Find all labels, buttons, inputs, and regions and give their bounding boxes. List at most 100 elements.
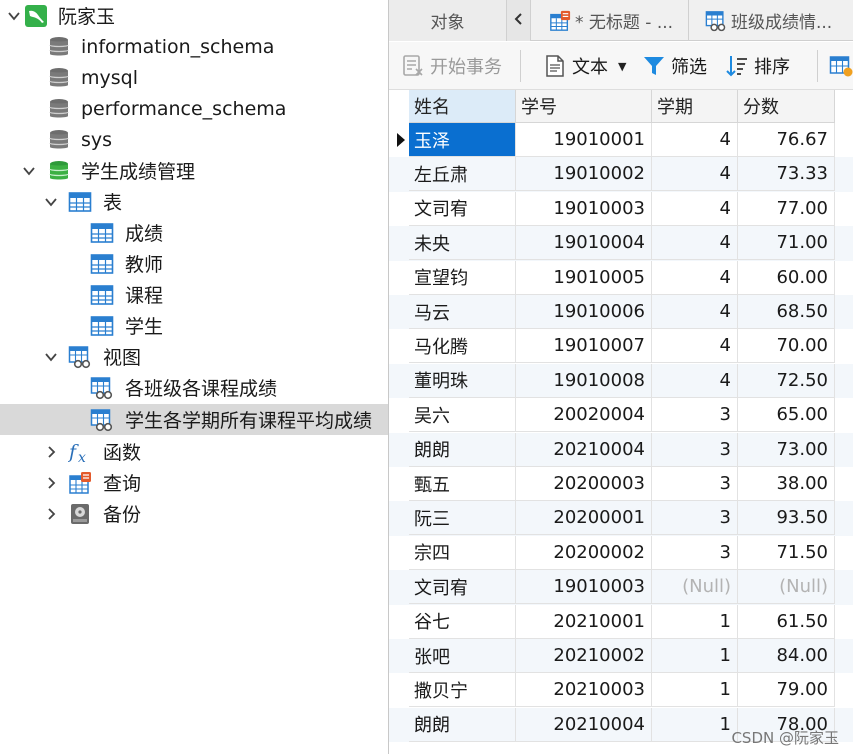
table-cell[interactable]: 3 xyxy=(652,432,738,467)
table-cell[interactable]: 61.50 xyxy=(738,604,835,639)
table-cell[interactable]: 20210004 xyxy=(516,707,652,742)
table-cell[interactable]: 19010001 xyxy=(516,123,652,157)
table-cell[interactable]: 4 xyxy=(652,123,738,157)
table-cell[interactable]: 38.00 xyxy=(738,467,835,501)
tree-item-views[interactable]: 视图 xyxy=(0,341,388,372)
tree-item-view-student-semester-average[interactable]: 学生各学期所有课程平均成绩 xyxy=(0,404,388,435)
table-row[interactable]: 马化腾 19010007 4 70.00 xyxy=(389,329,853,364)
table-cell[interactable]: 未央 xyxy=(409,226,516,261)
chevron-down-icon[interactable] xyxy=(21,163,37,179)
table-cell[interactable]: 4 xyxy=(652,363,738,398)
table-cell[interactable]: 71.00 xyxy=(738,226,835,261)
tree-item-student-grades-db[interactable]: 学生成绩管理 xyxy=(0,155,388,186)
chevron-down-icon[interactable] xyxy=(43,349,59,365)
table-cell[interactable]: 谷七 xyxy=(409,604,516,639)
import-export-button[interactable] xyxy=(829,42,853,90)
begin-transaction-button[interactable]: 开始事务 xyxy=(401,42,502,90)
tree-item-backups[interactable]: 备份 xyxy=(0,498,388,529)
table-cell[interactable]: 文司宥 xyxy=(409,191,516,226)
table-row[interactable]: 阮三 20200001 3 93.50 xyxy=(389,501,853,536)
table-cell[interactable]: 71.50 xyxy=(738,535,835,570)
table-cell[interactable]: (Null) xyxy=(652,570,738,605)
table-cell[interactable]: 1 xyxy=(652,673,738,708)
table-cell[interactable]: 19010006 xyxy=(516,295,652,329)
table-cell[interactable]: 20210003 xyxy=(516,673,652,708)
tree-item-table-scores[interactable]: 成绩 xyxy=(0,217,388,248)
table-cell[interactable]: 3 xyxy=(652,535,738,570)
table-cell[interactable]: 马云 xyxy=(409,295,516,329)
tree-item-tables[interactable]: 表 xyxy=(0,186,388,217)
table-cell[interactable]: 吴六 xyxy=(409,398,516,433)
dropdown-arrow-icon[interactable]: ▼ xyxy=(618,60,626,73)
table-cell[interactable]: 3 xyxy=(652,501,738,536)
table-cell[interactable]: 4 xyxy=(652,226,738,261)
table-cell[interactable]: 19010002 xyxy=(516,157,652,192)
table-cell[interactable]: 77.00 xyxy=(738,191,835,226)
column-header-name[interactable]: 姓名 xyxy=(409,90,516,123)
table-cell[interactable]: 4 xyxy=(652,191,738,226)
table-cell[interactable]: 1 xyxy=(652,639,738,673)
table-row[interactable]: 张吧 20210002 1 84.00 xyxy=(389,639,853,674)
table-row[interactable]: 宗四 20200002 3 71.50 xyxy=(389,535,853,570)
table-cell[interactable]: 68.50 xyxy=(738,295,835,329)
table-row[interactable]: 马云 19010006 4 68.50 xyxy=(389,295,853,330)
tree-item-sys[interactable]: sys xyxy=(0,124,388,155)
table-cell[interactable]: 19010007 xyxy=(516,329,652,364)
tree-item-table-teachers[interactable]: 教师 xyxy=(0,248,388,279)
tree-item-connection[interactable]: 阮家玉 xyxy=(0,0,388,31)
tree-item-mysql[interactable]: mysql xyxy=(0,62,388,93)
table-cell[interactable]: 甄五 xyxy=(409,467,516,501)
column-header-student-id[interactable]: 学号 xyxy=(516,90,652,123)
table-cell[interactable]: 70.00 xyxy=(738,329,835,364)
table-cell[interactable]: 65.00 xyxy=(738,398,835,433)
table-cell[interactable]: 73.00 xyxy=(738,432,835,467)
table-cell[interactable]: 60.00 xyxy=(738,260,835,295)
column-header-score[interactable]: 分数 xyxy=(738,90,835,123)
table-cell[interactable]: 20210001 xyxy=(516,604,652,639)
table-cell[interactable]: 撒贝宁 xyxy=(409,673,516,708)
table-cell[interactable]: 72.50 xyxy=(738,363,835,398)
table-row[interactable]: 撒贝宁 20210003 1 79.00 xyxy=(389,673,853,708)
table-cell[interactable]: 84.00 xyxy=(738,639,835,673)
tab-objects[interactable]: 对象 xyxy=(389,0,507,41)
column-header-semester[interactable]: 学期 xyxy=(652,90,738,123)
table-row[interactable]: 谷七 20210001 1 61.50 xyxy=(389,604,853,639)
table-cell[interactable]: 1 xyxy=(652,707,738,742)
table-cell[interactable]: 79.00 xyxy=(738,673,835,708)
table-cell[interactable]: 1 xyxy=(652,604,738,639)
table-row[interactable]: 玉泽 19010001 4 76.67 xyxy=(389,123,853,157)
sort-button[interactable]: 排序 xyxy=(725,42,790,90)
tree-item-view-class-course-scores[interactable]: 各班级各课程成绩 xyxy=(0,372,388,403)
table-cell[interactable]: 宗四 xyxy=(409,535,516,570)
table-row[interactable]: 未央 19010004 4 71.00 xyxy=(389,226,853,261)
table-cell[interactable]: 76.67 xyxy=(738,123,835,157)
text-view-button[interactable]: 文本 ▼ xyxy=(543,42,626,90)
table-cell[interactable]: 20020004 xyxy=(516,398,652,433)
chevron-right-icon[interactable] xyxy=(43,475,59,491)
table-cell[interactable]: 19010004 xyxy=(516,226,652,261)
table-cell[interactable]: 4 xyxy=(652,329,738,364)
tree-item-information-schema[interactable]: information_schema xyxy=(0,31,388,62)
table-cell[interactable]: 文司宥 xyxy=(409,570,516,605)
table-cell[interactable]: 宣望钧 xyxy=(409,260,516,295)
tree-item-table-courses[interactable]: 课程 xyxy=(0,279,388,310)
table-row[interactable]: 甄五 20200003 3 38.00 xyxy=(389,467,853,501)
table-cell[interactable]: 19010003 xyxy=(516,570,652,605)
table-row[interactable]: 吴六 20020004 3 65.00 xyxy=(389,398,853,433)
filter-button[interactable]: 筛选 xyxy=(642,42,707,90)
table-cell[interactable]: 阮三 xyxy=(409,501,516,536)
tree-item-performance-schema[interactable]: performance_schema xyxy=(0,93,388,124)
tab-class-score-view[interactable]: 班级成绩情... xyxy=(695,0,853,41)
table-cell[interactable]: 马化腾 xyxy=(409,329,516,364)
table-row[interactable]: 朗朗 20210004 3 73.00 xyxy=(389,432,853,467)
table-row[interactable]: 董明珠 19010008 4 72.50 xyxy=(389,363,853,399)
chevron-down-icon[interactable] xyxy=(6,8,22,24)
table-cell[interactable]: 左丘肃 xyxy=(409,157,516,192)
table-cell[interactable]: 20200001 xyxy=(516,501,652,536)
table-cell[interactable]: 20210004 xyxy=(516,432,652,467)
table-cell[interactable]: 4 xyxy=(652,260,738,295)
table-cell[interactable]: 4 xyxy=(652,157,738,192)
table-cell[interactable]: (Null) xyxy=(738,570,835,605)
table-cell[interactable]: 93.50 xyxy=(738,501,835,536)
tree-item-table-students[interactable]: 学生 xyxy=(0,310,388,341)
